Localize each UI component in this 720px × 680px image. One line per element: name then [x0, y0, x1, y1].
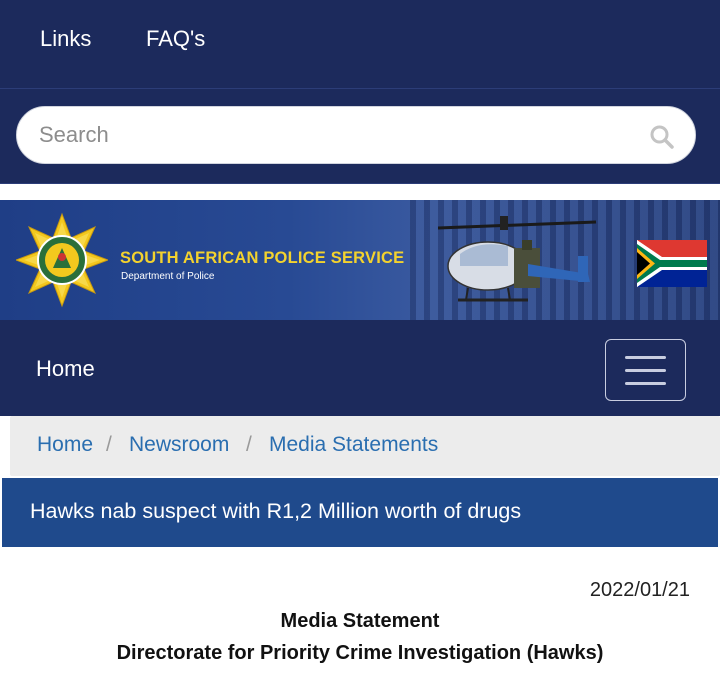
article-title-bar: Hawks nab suspect with R1,2 Million wort…: [2, 478, 718, 547]
directorate-label: Directorate for Priority Crime Investiga…: [116, 642, 604, 664]
top-nav: Links FAQ's: [0, 0, 720, 88]
statement-label: Media Statement: [280, 610, 440, 632]
hamburger-icon: [625, 356, 666, 359]
breadcrumb-media-statements[interactable]: Media Statements: [269, 433, 438, 457]
breadcrumb-home[interactable]: Home: [37, 433, 93, 457]
saps-banner: SOUTH AFRICAN POLICE SERVICE Department …: [0, 200, 720, 324]
org-name: SOUTH AFRICAN POLICE SERVICE: [120, 249, 405, 267]
search-input[interactable]: [39, 117, 639, 153]
home-bar: Home: [0, 324, 720, 416]
links-link[interactable]: Links: [40, 26, 91, 52]
search-icon[interactable]: [649, 124, 675, 150]
south-african-flag-icon: [637, 240, 707, 287]
search-box[interactable]: [16, 106, 696, 164]
article-title: Hawks nab suspect with R1,2 Million wort…: [30, 499, 522, 523]
breadcrumb: Home / Newsroom / Media Statements: [10, 416, 720, 476]
breadcrumb-newsroom[interactable]: Newsroom: [129, 433, 229, 457]
home-link[interactable]: Home: [36, 356, 95, 382]
article-date: 2022/01/21: [589, 579, 690, 601]
department-label: Department of Police: [121, 271, 215, 282]
faq-link[interactable]: FAQ's: [146, 26, 205, 52]
breadcrumb-separator: /: [106, 433, 112, 456]
search-bar: [0, 88, 720, 184]
saps-star-badge-icon: [16, 212, 108, 308]
breadcrumb-separator: /: [246, 433, 252, 456]
menu-toggle-button[interactable]: [605, 339, 686, 401]
helicopter-image: [438, 216, 597, 302]
